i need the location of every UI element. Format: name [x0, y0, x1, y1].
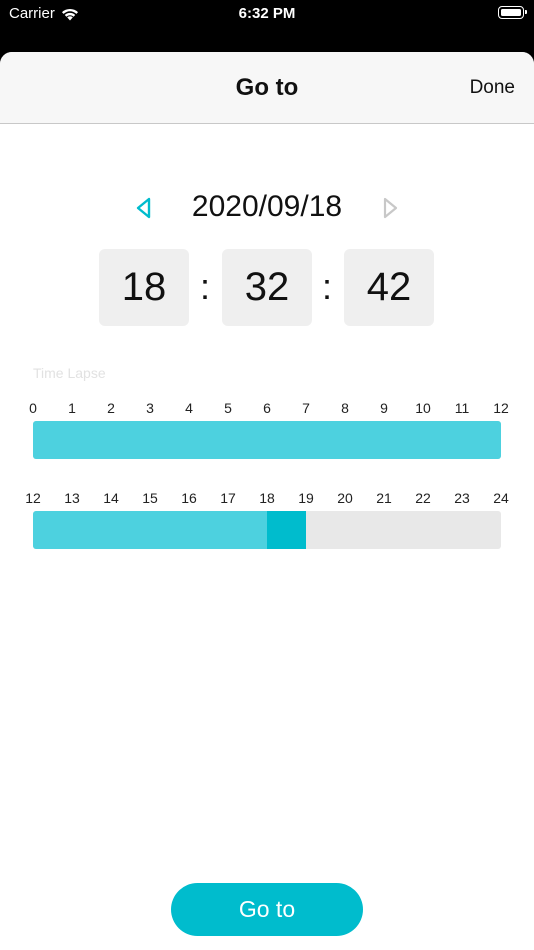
pm-tick-label: 15 [142, 490, 158, 506]
done-button[interactable]: Done [470, 77, 515, 99]
pm-tick-label: 22 [415, 490, 431, 506]
pm-tick-label: 23 [454, 490, 470, 506]
time-separator: : [322, 266, 333, 307]
am-tick-label: 1 [68, 400, 76, 416]
seconds-field[interactable]: 42 [344, 249, 434, 326]
pm-recorded-segment [33, 511, 267, 549]
triangle-right-icon[interactable] [380, 196, 400, 220]
am-tick-label: 9 [380, 400, 388, 416]
pm-tick-label: 20 [337, 490, 353, 506]
page-title: Go to [235, 74, 299, 101]
am-tick-label: 6 [263, 400, 271, 416]
am-tick-label: 12 [493, 400, 509, 416]
pm-tick-label: 19 [298, 490, 314, 506]
am-tick-label: 5 [224, 400, 232, 416]
am-tick-labels: 0 1 2 3 4 5 6 7 8 9 10 11 12 [0, 400, 534, 420]
time-separator: : [200, 266, 211, 307]
pm-timeline-track[interactable] [33, 511, 501, 549]
go-to-button[interactable]: Go to [171, 883, 363, 936]
pm-tick-label: 13 [64, 490, 80, 506]
time-lapse-label: Time Lapse [33, 365, 106, 381]
selected-time-marker[interactable] [267, 511, 306, 549]
pm-tick-label: 24 [493, 490, 509, 506]
pm-tick-label: 16 [181, 490, 197, 506]
pm-tick-label: 14 [103, 490, 119, 506]
am-tick-label: 8 [341, 400, 349, 416]
status-time: 6:32 PM [238, 5, 296, 22]
hours-field[interactable]: 18 [99, 249, 189, 326]
battery-icon [498, 6, 527, 19]
am-tick-label: 0 [29, 400, 37, 416]
pm-tick-label: 18 [259, 490, 275, 506]
navigation-bar: Go to Done [0, 52, 534, 124]
am-tick-label: 3 [146, 400, 154, 416]
am-tick-label: 4 [185, 400, 193, 416]
am-recorded-segment [33, 421, 501, 459]
minutes-field[interactable]: 32 [222, 249, 312, 326]
pm-tick-label: 17 [220, 490, 236, 506]
goto-sheet: Go to Done 2020/09/18 18 : 32 : 42 Time … [0, 52, 534, 950]
am-tick-label: 2 [107, 400, 115, 416]
am-tick-label: 11 [454, 400, 470, 416]
am-tick-label: 7 [302, 400, 310, 416]
status-bar: Carrier 6:32 PM [0, 0, 534, 52]
date-selector: 2020/09/18 [0, 188, 534, 228]
pm-tick-label: 12 [25, 490, 41, 506]
pm-tick-labels: 12 13 14 15 16 17 18 19 20 21 22 23 24 [0, 490, 534, 510]
date-value[interactable]: 2020/09/18 [0, 190, 534, 224]
am-tick-label: 10 [415, 400, 431, 416]
pm-tick-label: 21 [376, 490, 392, 506]
am-timeline-track[interactable] [33, 421, 501, 459]
